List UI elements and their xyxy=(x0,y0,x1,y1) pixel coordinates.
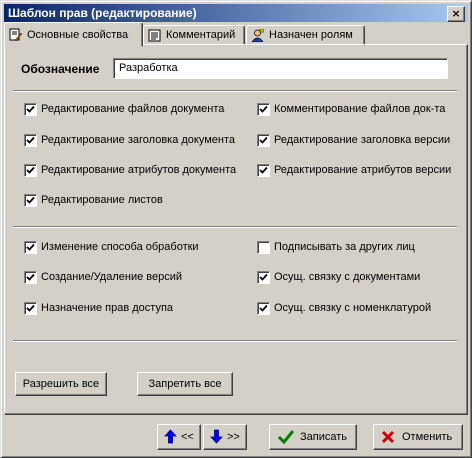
tab-main-properties[interactable]: Основные свойства xyxy=(4,22,143,47)
cross-icon xyxy=(381,430,395,444)
tab-panel xyxy=(4,44,468,415)
title-bar[interactable]: Шаблон прав (редактирование) × xyxy=(4,4,468,22)
dialog-window: Шаблон прав (редактирование) × Основные … xyxy=(0,0,472,458)
roles-icon xyxy=(251,29,264,42)
close-button[interactable]: × xyxy=(447,6,465,22)
previous-label: << xyxy=(181,431,194,443)
previous-button[interactable]: << xyxy=(157,424,201,450)
arrow-up-icon xyxy=(164,429,177,444)
tab-assigned-roles[interactable]: Назначен ролям xyxy=(246,25,365,46)
tab-label: Основные свойства xyxy=(27,29,129,41)
arrow-down-icon xyxy=(210,429,223,444)
window-title: Шаблон прав (редактирование) xyxy=(8,6,197,20)
tab-label: Назначен ролям xyxy=(269,29,353,41)
comment-icon xyxy=(148,29,161,42)
tab-label: Комментарий xyxy=(166,29,236,41)
save-label: Записать xyxy=(300,431,348,443)
cancel-label: Отменить xyxy=(402,431,453,443)
cancel-button[interactable]: Отменить xyxy=(373,424,463,450)
next-label: >> xyxy=(227,431,240,443)
checkmark-icon xyxy=(278,430,294,444)
next-button[interactable]: >> xyxy=(203,424,247,450)
properties-icon xyxy=(9,28,22,41)
tab-comment[interactable]: Комментарий xyxy=(143,25,245,46)
save-button[interactable]: Записать xyxy=(269,424,357,450)
